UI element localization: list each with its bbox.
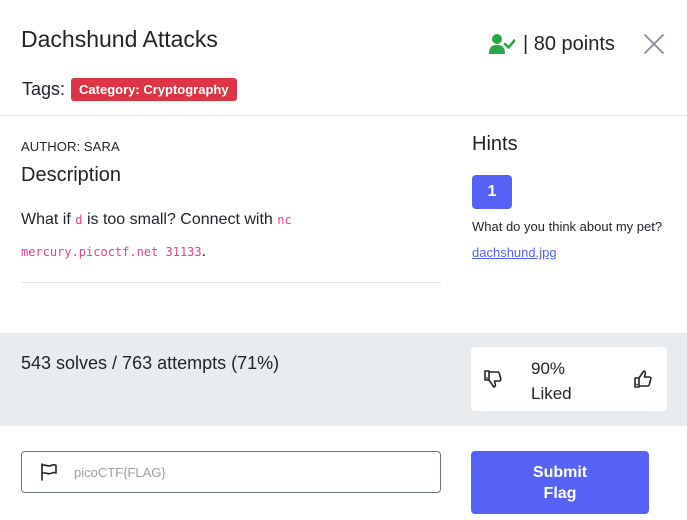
challenge-author: AUTHOR: SARA	[21, 139, 120, 154]
hint-question: What do you think about my pet?	[472, 219, 663, 234]
description-heading: Description	[21, 164, 122, 186]
liked-label: Liked	[531, 384, 572, 403]
thumbs-down-icon[interactable]	[483, 369, 503, 389]
hints-heading: Hints	[472, 133, 518, 155]
description-text-part: is too small? Connect with	[86, 211, 273, 228]
description-text-end: .	[201, 243, 207, 260]
hint-link[interactable]: dachshund.jpg	[472, 245, 557, 260]
code-variable: d	[75, 213, 83, 227]
hint-button-1[interactable]: 1	[472, 175, 512, 209]
flag-input-wrapper	[21, 451, 441, 493]
code-nc: nc	[277, 213, 292, 227]
submit-label-line1: Submit	[532, 463, 588, 481]
like-card: 90% Liked	[471, 347, 667, 411]
tags-label: Tags:	[22, 79, 66, 99]
category-tag[interactable]: Category: Cryptography	[71, 78, 237, 101]
liked-percent: 90%	[531, 359, 566, 378]
challenge-title: Dachshund Attacks	[21, 26, 218, 52]
submit-flag-button[interactable]: Submit Flag	[471, 451, 649, 514]
description-text: What if d is too small? Connect with nc …	[21, 204, 441, 268]
challenge-header: Dachshund Attacks | 80 points Tags: Cate…	[0, 0, 687, 116]
flag-input[interactable]	[74, 464, 414, 480]
solves-stats: 543 solves / 763 attempts (71%)	[21, 353, 280, 373]
flag-icon	[41, 463, 57, 481]
hint-text: What do you think about my pet? dachshun…	[472, 214, 672, 266]
description-divider	[21, 282, 441, 283]
user-check-icon	[489, 34, 515, 54]
thumbs-up-icon[interactable]	[633, 369, 653, 389]
tags-row: Tags: Category: Cryptography	[22, 78, 237, 101]
points-display: | 80 points	[489, 30, 615, 58]
close-icon[interactable]	[642, 32, 666, 56]
code-host: mercury.picoctf.net 31133	[21, 245, 202, 259]
points-value: | 80 points	[523, 32, 615, 55]
description-text-part: What if	[21, 211, 71, 228]
submit-label-line2: Flag	[543, 484, 577, 502]
